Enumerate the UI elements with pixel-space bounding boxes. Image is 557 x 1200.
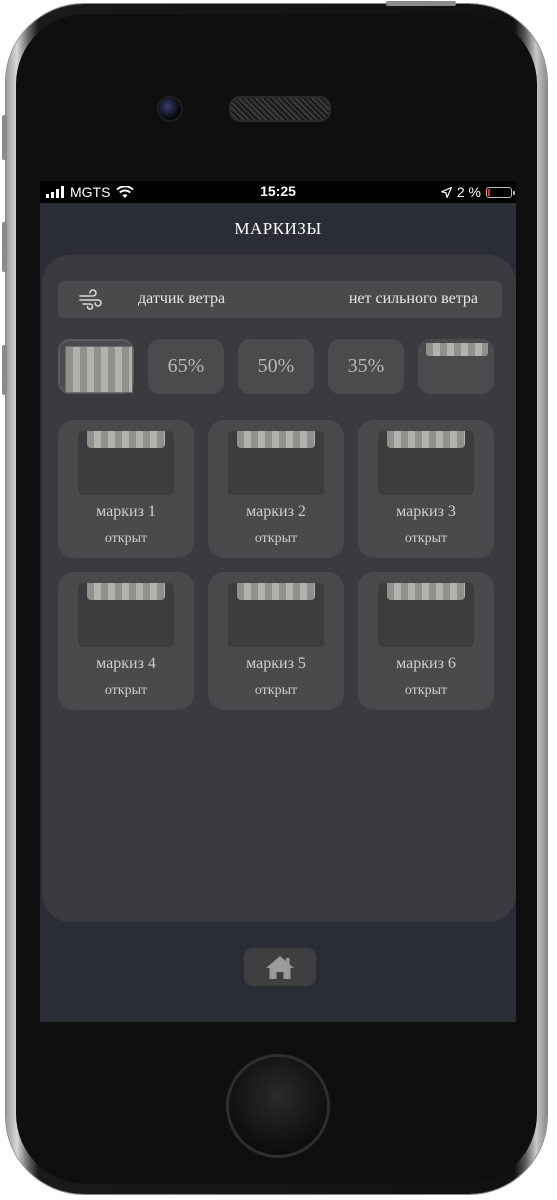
awnings-panel: датчик ветра нет сильного ветра 65% 50% … [42,255,516,922]
awning-icon [87,431,165,448]
awning-name: маркиз 4 [96,655,156,672]
volume-up-button [2,222,7,272]
awning-card-4[interactable]: маркиз 4 открыт [58,572,194,710]
awning-icon [237,431,315,448]
location-arrow-icon [440,186,452,198]
awning-name: маркиз 5 [246,655,306,672]
app-screen: MGTS 15:25 2 % МАРКИЗЫ датчик ветра нет … [40,181,516,1022]
awning-status: открыт [404,531,448,546]
home-icon [266,956,294,979]
awning-card-5[interactable]: маркиз 5 открыт [208,572,344,710]
preset-50-button[interactable]: 50% [238,339,314,394]
awning-status: открыт [404,683,448,698]
mute-switch [2,115,7,160]
awning-card-2[interactable]: маркиз 2 открыт [208,420,344,558]
awning-closed-icon [65,346,133,393]
preset-closed-button[interactable] [58,339,134,394]
front-camera [157,96,183,122]
earpiece-speaker [229,96,331,122]
awning-icon [87,583,165,600]
preset-35-button[interactable]: 35% [328,339,404,394]
awning-open-icon [426,343,488,356]
preset-open-button[interactable] [418,339,494,394]
hardware-home-button[interactable] [226,1054,330,1158]
preset-65-button[interactable]: 65% [148,339,224,394]
wind-sensor-row: датчик ветра нет сильного ветра [58,281,502,318]
wind-sensor-value: нет сильного ветра [348,290,478,307]
awning-name: маркиз 3 [396,503,456,520]
battery-icon [486,186,515,198]
awning-icon [387,431,465,448]
battery-percent: 2 % [456,184,481,200]
awning-name: маркиз 2 [246,503,306,520]
status-bar: MGTS 15:25 2 % [40,181,516,203]
wind-sensor-label: датчик ветра [138,290,226,307]
awning-status: открыт [104,531,148,546]
wind-icon [79,289,102,310]
awning-status: открыт [254,531,298,546]
volume-down-button [2,345,7,395]
awning-name: маркиз 6 [396,655,456,672]
awning-card-3[interactable]: маркиз 3 открыт [358,420,494,558]
awning-name: маркиз 1 [96,503,156,520]
awning-status: открыт [104,683,148,698]
awning-card-1[interactable]: маркиз 1 открыт [58,420,194,558]
page-title: МАРКИЗЫ [234,219,322,238]
awning-icon [387,583,465,600]
power-button [386,1,456,6]
awning-card-6[interactable]: маркиз 6 открыт [358,572,494,710]
home-button[interactable] [244,948,316,986]
awning-status: открыт [254,683,298,698]
awning-icon [237,583,315,600]
